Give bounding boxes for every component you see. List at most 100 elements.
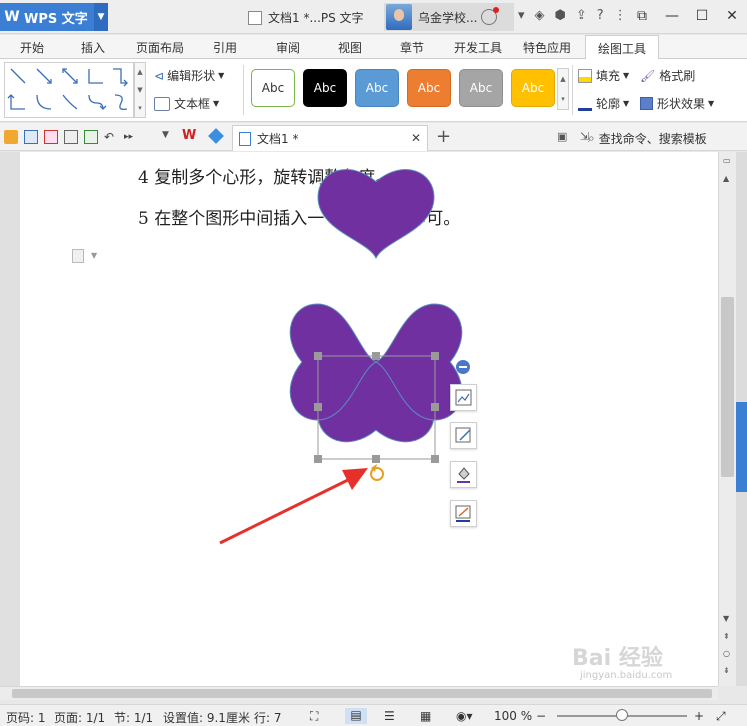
style-preset-gold[interactable]: Abc: [511, 69, 555, 107]
screen-icon[interactable]: ▣: [557, 130, 567, 143]
share-icon[interactable]: ⇪: [576, 8, 587, 23]
tab-review[interactable]: 审阅: [276, 39, 300, 56]
restore-window-icon[interactable]: ⧉: [627, 3, 657, 29]
print-icon[interactable]: [64, 130, 78, 144]
vertical-scrollbar[interactable]: ▭ ▲ ▼ ⇞ ○ ⇟: [718, 152, 736, 686]
tab-developer[interactable]: 开发工具: [454, 39, 502, 56]
format-painter-button[interactable]: 🖌 格式刷: [640, 67, 695, 84]
scroll-up-icon[interactable]: ▲: [723, 174, 729, 183]
open-folder-icon[interactable]: [4, 130, 18, 144]
fullscreen-view-icon[interactable]: ⛶: [310, 709, 318, 724]
shape-layout-button[interactable]: [450, 384, 477, 411]
heart-shape-selected[interactable]: [317, 168, 435, 259]
tab-view[interactable]: 视图: [338, 39, 362, 56]
scroll-up-icon[interactable]: ▲: [560, 75, 565, 83]
style-gallery-scroll[interactable]: ▲ ▾: [557, 68, 569, 110]
shape-fill-button[interactable]: [450, 461, 477, 488]
avatar[interactable]: [386, 4, 412, 30]
undo-icon[interactable]: ↶: [104, 130, 118, 144]
text-box-button[interactable]: 文本框 ▼: [154, 95, 219, 112]
app-menu-button[interactable]: W WPS 文字 ▼: [0, 3, 108, 31]
shape-outline-button[interactable]: [450, 500, 477, 527]
title-toolbar: ▾ ◈ ⬢ ⇪ ? ⋮: [518, 8, 627, 23]
edit-shape-button[interactable]: ⊲ 编辑形状 ▼: [154, 67, 224, 84]
next-page-icon[interactable]: ⇟: [723, 666, 730, 675]
expand-icon[interactable]: ▾: [561, 95, 565, 103]
zoom-out-icon[interactable]: −: [536, 709, 546, 723]
horizontal-scroll-thumb[interactable]: [12, 689, 712, 698]
document-page[interactable]: 4 复制多个心形，旋转调整角度。 5 在整个图形中间插入一个太阳形状即可。 ▼: [20, 152, 718, 686]
reading-mode-icon[interactable]: ◉▾: [456, 709, 473, 723]
tab-chapter[interactable]: 章节: [400, 39, 424, 56]
shape-effects-button[interactable]: 形状效果 ▼: [640, 95, 714, 112]
style-preset-blue[interactable]: Abc: [355, 69, 399, 107]
more-commands-icon[interactable]: ▸▸: [124, 130, 138, 144]
document-tab[interactable]: 文档1 * ✕: [232, 125, 428, 151]
outline-button[interactable]: 轮廓 ▼: [578, 95, 629, 112]
horizontal-scrollbar[interactable]: [0, 686, 718, 700]
scroll-up-icon[interactable]: ▲: [137, 68, 142, 76]
tab-home[interactable]: 开始: [20, 39, 44, 56]
skin-icon[interactable]: ◈: [535, 8, 545, 23]
user-account[interactable]: 乌金学校...: [384, 3, 514, 31]
command-search[interactable]: ⌕ 查找命令、搜索模板: [588, 130, 707, 147]
style-preset-white[interactable]: Abc: [251, 69, 295, 107]
save-icon[interactable]: [24, 130, 38, 144]
new-tab-button[interactable]: +: [436, 126, 451, 147]
close-tab-icon[interactable]: ✕: [411, 131, 421, 145]
side-panel-toggle[interactable]: [736, 402, 747, 492]
style-preset-gray[interactable]: Abc: [459, 69, 503, 107]
fill-icon: [578, 68, 592, 83]
export-pdf-icon[interactable]: [44, 130, 58, 144]
hexagon-icon[interactable]: ⬢: [555, 8, 566, 23]
tab-featured[interactable]: 特色应用: [523, 39, 571, 56]
previous-page-icon[interactable]: ⇞: [723, 632, 730, 641]
more-icon[interactable]: ⋮: [614, 8, 627, 23]
chevron-down-icon[interactable]: ▼: [94, 3, 108, 31]
layout-options-icon: [455, 389, 472, 406]
scroll-down-icon[interactable]: ▼: [137, 86, 142, 94]
minimize-icon[interactable]: —: [657, 3, 687, 29]
scroll-down-icon[interactable]: ▼: [723, 614, 729, 623]
fill-button[interactable]: 填充 ▼: [578, 67, 629, 84]
wps-cloud-icon[interactable]: W: [182, 128, 198, 144]
page-view-icon[interactable]: ▤: [345, 708, 367, 724]
print-preview-icon[interactable]: [84, 130, 98, 144]
dropdown-icon[interactable]: ▾: [518, 8, 525, 23]
zoom-in-icon[interactable]: +: [694, 709, 704, 723]
shape-edit-button[interactable]: [450, 422, 477, 449]
quick-access-toolbar: ↶ ▸▸ ▼ W 文档1 * ✕ + ▣ ⇲ ⌕ 查找命令、搜索模板: [0, 123, 747, 151]
zoom-level[interactable]: 100 %: [494, 709, 532, 723]
expand-icon[interactable]: ▾: [138, 104, 142, 112]
app-center-icon[interactable]: [208, 128, 224, 144]
baidu-watermark-url: jingyan.baidu.com: [580, 670, 673, 681]
text-box-icon: [154, 96, 170, 111]
help-icon[interactable]: ?: [597, 8, 604, 23]
customize-toolbar-icon[interactable]: ▼: [162, 130, 169, 140]
web-view-icon[interactable]: ▦: [420, 709, 431, 723]
maximize-icon[interactable]: ☐: [687, 3, 717, 29]
tab-references[interactable]: 引用: [213, 39, 237, 56]
zoom-slider-knob[interactable]: [616, 709, 628, 721]
fill-bucket-icon: [457, 467, 470, 483]
notification-icon[interactable]: [481, 7, 500, 25]
vertical-scroll-thumb[interactable]: [721, 297, 734, 477]
style-label: Abc: [521, 81, 545, 95]
collapse-toolbar-icon[interactable]: [456, 360, 470, 374]
split-view-icon[interactable]: ▭: [723, 156, 731, 165]
close-icon[interactable]: ✕: [717, 3, 747, 29]
document-title: 文档1 *...PS 文字: [268, 11, 364, 25]
style-preset-black[interactable]: Abc: [303, 69, 347, 107]
fit-page-icon[interactable]: ⤢: [716, 709, 726, 724]
shape-gallery[interactable]: [4, 62, 134, 118]
browse-object-icon[interactable]: ○: [723, 649, 730, 658]
chevron-down-icon: ▼: [623, 99, 630, 108]
tab-insert[interactable]: 插入: [81, 39, 105, 56]
rotate-handle-icon[interactable]: [370, 464, 384, 481]
edit-shape-icon: ⊲: [154, 68, 165, 83]
tab-drawing-tools[interactable]: 绘图工具: [585, 35, 660, 60]
outline-view-icon[interactable]: ☰: [384, 709, 395, 723]
style-preset-orange[interactable]: Abc: [407, 69, 451, 107]
shape-gallery-scroll[interactable]: ▲ ▼ ▾: [134, 62, 146, 118]
tab-page-layout[interactable]: 页面布局: [136, 39, 184, 56]
